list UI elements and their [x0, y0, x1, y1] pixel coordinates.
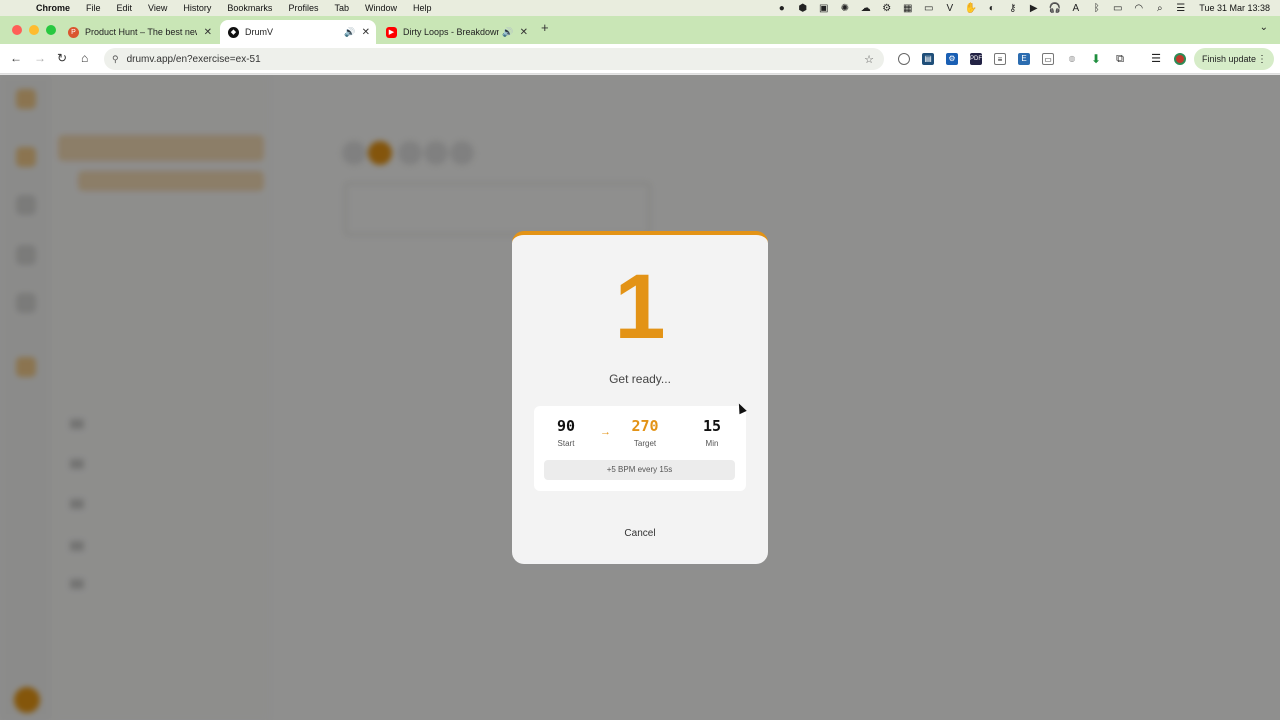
tab-drumv[interactable]: ◆ DrumV 🔊 ✕	[220, 20, 376, 44]
address-bar[interactable]: ⚲ drumv.app/en?exercise=ex-51 ☆	[104, 48, 884, 70]
site-info-icon[interactable]: ⚲	[112, 54, 119, 65]
start-label: Start	[557, 439, 575, 448]
extension-icon[interactable]: ▤	[922, 53, 934, 65]
start-bpm-value: 90	[556, 417, 576, 435]
menu-file[interactable]: File	[86, 3, 101, 13]
puzzle-icon[interactable]: ⧉	[1114, 53, 1126, 65]
battery-icon[interactable]: ▭	[1111, 3, 1124, 14]
bpm-increment-text: +5 BPM every 15s	[544, 460, 735, 480]
extension-icon[interactable]: ≡	[994, 53, 1006, 65]
target-label: Target	[633, 439, 657, 448]
extension-icon[interactable]: E	[1018, 53, 1030, 65]
tab-title: DrumV	[245, 27, 274, 37]
window-controls	[12, 25, 56, 35]
vpn-icon[interactable]: V	[943, 3, 956, 14]
menu-tab[interactable]: Tab	[334, 3, 349, 13]
arrow-right-icon: →	[600, 426, 611, 438]
focus-icon[interactable]: ◐	[985, 3, 998, 14]
menu-history[interactable]: History	[183, 3, 211, 13]
browser-tab-strip: P Product Hunt – The best new ✕ ◆ DrumV …	[0, 16, 1280, 44]
tab-title: Product Hunt – The best new	[85, 27, 197, 37]
target-bpm-value: 270	[631, 417, 659, 435]
tab-product-hunt[interactable]: P Product Hunt – The best new ✕	[60, 20, 218, 44]
status-tray: ● ⬢ ▣ ✺ ☁ ⚙ ▦ ▭ V ✋ ◐ ⚷ ▶ 🎧 A ᛒ ▭ ◠ ⌕ ☰ …	[775, 0, 1270, 16]
target-stat: 270 Target	[615, 417, 675, 448]
reload-icon[interactable]: ↻	[57, 51, 67, 65]
menu-bookmarks[interactable]: Bookmarks	[227, 3, 272, 13]
menu-profiles[interactable]: Profiles	[288, 3, 318, 13]
download-icon[interactable]: ⬇	[1090, 53, 1102, 65]
extension-icon[interactable]: ▭	[1042, 53, 1054, 65]
menubar-clock[interactable]: Tue 31 Mar 13:38	[1199, 3, 1270, 13]
profile-avatar[interactable]	[1174, 53, 1186, 65]
browser-toolbar: ← → ↻ ⌂ ⚲ drumv.app/en?exercise=ex-51 ☆ …	[0, 44, 1280, 74]
speaker-icon[interactable]: 🔊	[502, 27, 513, 38]
key-icon[interactable]: ⚷	[1006, 3, 1019, 14]
cancel-button[interactable]: Cancel	[610, 528, 670, 539]
finish-update-label: Finish update	[1202, 54, 1257, 64]
app-icon[interactable]: ▦	[901, 3, 914, 14]
home-icon[interactable]: ⌂	[81, 51, 88, 65]
more-menu-icon[interactable]: ⋮	[1257, 54, 1267, 65]
new-tab-icon[interactable]: +	[541, 20, 549, 35]
extension-icon[interactable]: ◍	[1066, 53, 1078, 65]
wifi-icon[interactable]: ◠	[1132, 3, 1145, 14]
bookmark-star-icon[interactable]: ☆	[864, 53, 874, 66]
minimize-window-button[interactable]	[29, 25, 39, 35]
tempo-summary-card: 90 Start → 270 Target 15 Min +5 BPM ever…	[534, 406, 746, 491]
pdf-extension-icon[interactable]: PDF	[970, 53, 982, 65]
get-ready-text: Get ready...	[609, 372, 671, 386]
tab-title: Dirty Loops - Breakdown	[403, 27, 499, 37]
macos-menubar: Chrome File Edit View History Bookmarks …	[0, 0, 1280, 16]
back-icon[interactable]: ←	[10, 51, 22, 65]
input-source-icon[interactable]: A	[1069, 3, 1082, 14]
menu-app-name[interactable]: Chrome	[36, 3, 70, 13]
tab-search-chevron-icon[interactable]: ⌄	[1260, 22, 1268, 33]
translate-icon[interactable]: ▣	[817, 3, 830, 14]
forward-icon[interactable]: →	[34, 51, 46, 65]
close-window-button[interactable]	[12, 25, 22, 35]
search-icon[interactable]: ⌕	[1153, 3, 1166, 14]
finish-update-button[interactable]: Finish update ⋮	[1194, 48, 1274, 70]
product-hunt-icon: P	[68, 26, 79, 38]
duration-stat: 15 Min	[682, 417, 742, 448]
start-stat: 90 Start	[536, 417, 596, 448]
menu-edit[interactable]: Edit	[117, 3, 133, 13]
extension-icon[interactable]: ⚙	[946, 53, 958, 65]
countdown-number: 1	[614, 256, 666, 358]
sun-icon[interactable]: ✺	[838, 3, 851, 14]
drumv-page: 1 Get ready... 90 Start → 270 Target 15 …	[0, 75, 1280, 720]
menu-help[interactable]: Help	[413, 3, 432, 13]
min-label: Min	[705, 439, 719, 448]
menu-view[interactable]: View	[148, 3, 167, 13]
speaker-icon[interactable]: 🔊	[344, 27, 355, 38]
record-icon[interactable]: ●	[775, 3, 788, 14]
close-tab-icon[interactable]: ✕	[204, 27, 212, 38]
headphones-icon[interactable]: 🎧	[1048, 3, 1061, 14]
shield-icon[interactable]: ⬢	[796, 3, 809, 14]
duration-min-value: 15	[702, 417, 722, 435]
drumv-icon: ◆	[228, 26, 239, 38]
reading-list-icon[interactable]: ☰	[1150, 53, 1162, 65]
cloud-icon[interactable]: ☁	[859, 3, 872, 14]
zoom-window-button[interactable]	[46, 25, 56, 35]
close-tab-icon[interactable]: ✕	[362, 27, 370, 38]
close-tab-icon[interactable]: ✕	[520, 27, 528, 38]
control-center-icon[interactable]: ☰	[1174, 3, 1187, 14]
bluetooth-icon[interactable]: ᛒ	[1090, 3, 1103, 14]
url-text[interactable]: drumv.app/en?exercise=ex-51	[127, 54, 261, 65]
extension-icon[interactable]	[898, 53, 910, 65]
tab-dirty-loops[interactable]: ▶ Dirty Loops - Breakdown 🔊 ✕	[378, 20, 534, 44]
settings-icon[interactable]: ⚙	[880, 3, 893, 14]
countdown-modal: 1 Get ready... 90 Start → 270 Target 15 …	[512, 231, 768, 564]
menu-window[interactable]: Window	[365, 3, 397, 13]
hand-icon[interactable]: ✋	[964, 3, 977, 14]
window-icon[interactable]: ▭	[922, 3, 935, 14]
play-icon[interactable]: ▶	[1027, 3, 1040, 14]
youtube-icon: ▶	[386, 26, 397, 38]
